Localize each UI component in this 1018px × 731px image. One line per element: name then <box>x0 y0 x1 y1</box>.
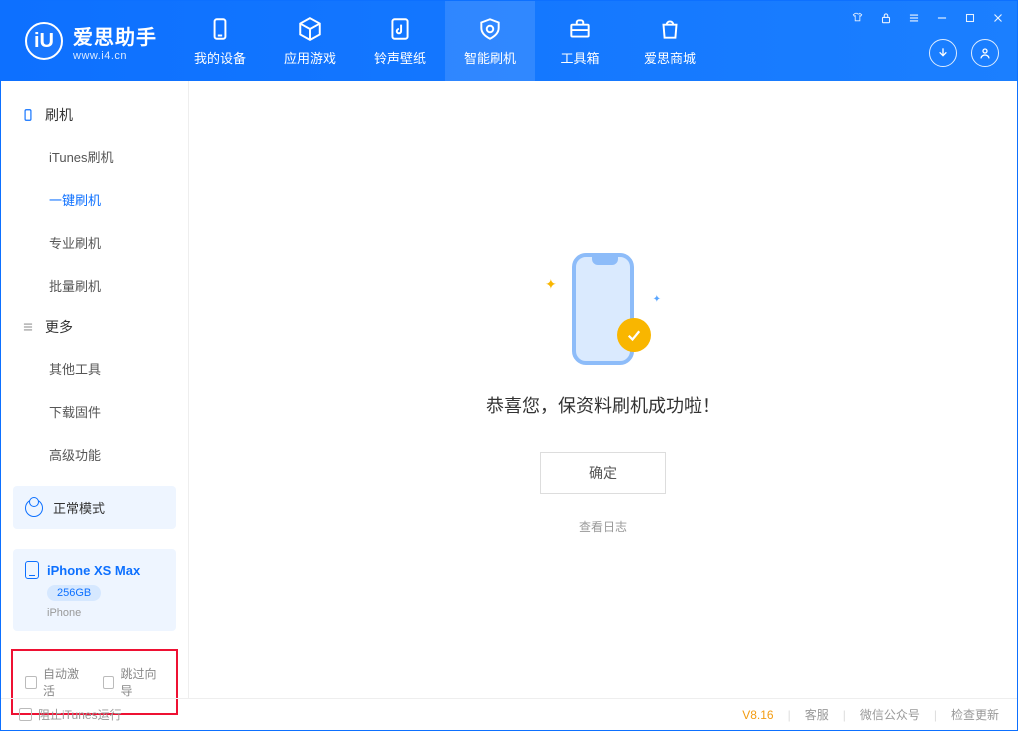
sidebar-item-pro-flash[interactable]: 专业刷机 <box>1 221 188 264</box>
nav-my-device[interactable]: 我的设备 <box>175 1 265 81</box>
separator: | <box>843 708 846 722</box>
phone-small-icon <box>21 108 35 122</box>
device-type: iPhone <box>47 607 164 619</box>
device-phone-icon <box>25 561 39 579</box>
cube-icon <box>297 16 323 42</box>
success-message: 恭喜您，保资料刷机成功啦！ <box>486 392 720 418</box>
nav: 我的设备 应用游戏 铃声壁纸 智能刷机 工具箱 爱思商城 <box>175 1 715 81</box>
titlebar-controls <box>851 11 1005 25</box>
brand-name: 爱思助手 <box>73 21 157 50</box>
maximize-icon[interactable] <box>963 11 977 25</box>
logo-text: 爱思助手 www.i4.cn <box>73 21 157 62</box>
footer: 阻止iTunes运行 V8.16 | 客服 | 微信公众号 | 检查更新 <box>1 698 1017 730</box>
checkmark-badge-icon <box>617 318 651 352</box>
close-icon[interactable] <box>991 11 1005 25</box>
checkbox-label: 阻止iTunes运行 <box>38 706 122 723</box>
sidebar-item-batch-flash[interactable]: 批量刷机 <box>1 264 188 307</box>
checkbox-block-itunes[interactable]: 阻止iTunes运行 <box>19 706 122 723</box>
nav-toolbox[interactable]: 工具箱 <box>535 1 625 81</box>
mode-label: 正常模式 <box>53 498 105 517</box>
header: iU 爱思助手 www.i4.cn 我的设备 应用游戏 铃声壁纸 智能刷机 工具… <box>1 1 1017 81</box>
checkbox-icon <box>103 676 115 689</box>
download-icon[interactable] <box>929 39 957 67</box>
sidebar-section-flash: 刷机 <box>1 95 188 135</box>
store-icon <box>657 16 683 42</box>
checkbox-skip-guide[interactable]: 跳过向导 <box>103 665 165 699</box>
sidebar-item-download-firmware[interactable]: 下载固件 <box>1 390 188 433</box>
view-log-link[interactable]: 查看日志 <box>579 518 627 535</box>
nav-apps-games[interactable]: 应用游戏 <box>265 1 355 81</box>
logo-icon: iU <box>25 22 63 60</box>
checkbox-icon <box>25 676 37 689</box>
footer-link-update[interactable]: 检查更新 <box>951 706 999 723</box>
section-title: 刷机 <box>45 105 73 125</box>
nav-smart-flash[interactable]: 智能刷机 <box>445 1 535 81</box>
sparkle-icon: ✦ <box>545 276 557 293</box>
sidebar-section-more: 更多 <box>1 307 188 347</box>
music-file-icon <box>387 16 413 42</box>
sparkle-icon: ✦ <box>653 294 661 305</box>
device-card[interactable]: iPhone XS Max 256GB iPhone <box>13 549 176 631</box>
header-right <box>929 39 999 67</box>
sidebar-item-advanced[interactable]: 高级功能 <box>1 433 188 476</box>
sidebar: 刷机 iTunes刷机 一键刷机 专业刷机 批量刷机 更多 其他工具 下载固件 … <box>1 81 189 698</box>
body: 刷机 iTunes刷机 一键刷机 专业刷机 批量刷机 更多 其他工具 下载固件 … <box>1 81 1017 698</box>
logo[interactable]: iU 爱思助手 www.i4.cn <box>1 21 175 62</box>
confirm-button[interactable]: 确定 <box>540 452 666 494</box>
version-label: V8.16 <box>742 708 773 722</box>
nav-label: 应用游戏 <box>284 48 336 67</box>
nav-label: 智能刷机 <box>464 48 516 67</box>
nav-ringtone-wallpaper[interactable]: 铃声壁纸 <box>355 1 445 81</box>
mode-icon <box>25 499 43 517</box>
list-icon <box>21 320 35 334</box>
footer-link-support[interactable]: 客服 <box>805 706 829 723</box>
brand-url: www.i4.cn <box>73 50 157 62</box>
nav-label: 我的设备 <box>194 48 246 67</box>
main-content: ✦ ✦ 恭喜您，保资料刷机成功啦！ 确定 查看日志 <box>189 81 1017 698</box>
checkbox-label: 自动激活 <box>43 665 87 699</box>
sidebar-item-other-tools[interactable]: 其他工具 <box>1 347 188 390</box>
checkbox-auto-activate[interactable]: 自动激活 <box>25 665 87 699</box>
section-title: 更多 <box>45 317 73 337</box>
success-illustration: ✦ ✦ <box>543 244 663 374</box>
nav-label: 爱思商城 <box>644 48 696 67</box>
footer-right: V8.16 | 客服 | 微信公众号 | 检查更新 <box>742 706 999 723</box>
sidebar-item-itunes-flash[interactable]: iTunes刷机 <box>1 135 188 178</box>
separator: | <box>934 708 937 722</box>
nav-label: 工具箱 <box>560 48 599 67</box>
nav-store[interactable]: 爱思商城 <box>625 1 715 81</box>
mode-card[interactable]: 正常模式 <box>13 486 176 529</box>
toolbox-icon <box>567 16 593 42</box>
nav-label: 铃声壁纸 <box>374 48 426 67</box>
sidebar-item-onekey-flash[interactable]: 一键刷机 <box>1 178 188 221</box>
minimize-icon[interactable] <box>935 11 949 25</box>
menu-icon[interactable] <box>907 11 921 25</box>
user-icon[interactable] <box>971 39 999 67</box>
checkbox-label: 跳过向导 <box>120 665 164 699</box>
refresh-shield-icon <box>477 16 503 42</box>
separator: | <box>788 708 791 722</box>
footer-link-wechat[interactable]: 微信公众号 <box>860 706 920 723</box>
tshirt-icon[interactable] <box>851 11 865 25</box>
device-icon <box>207 16 233 42</box>
checkbox-icon <box>19 708 32 721</box>
device-name: iPhone XS Max <box>47 563 140 578</box>
device-capacity: 256GB <box>47 585 101 601</box>
lock-icon[interactable] <box>879 11 893 25</box>
